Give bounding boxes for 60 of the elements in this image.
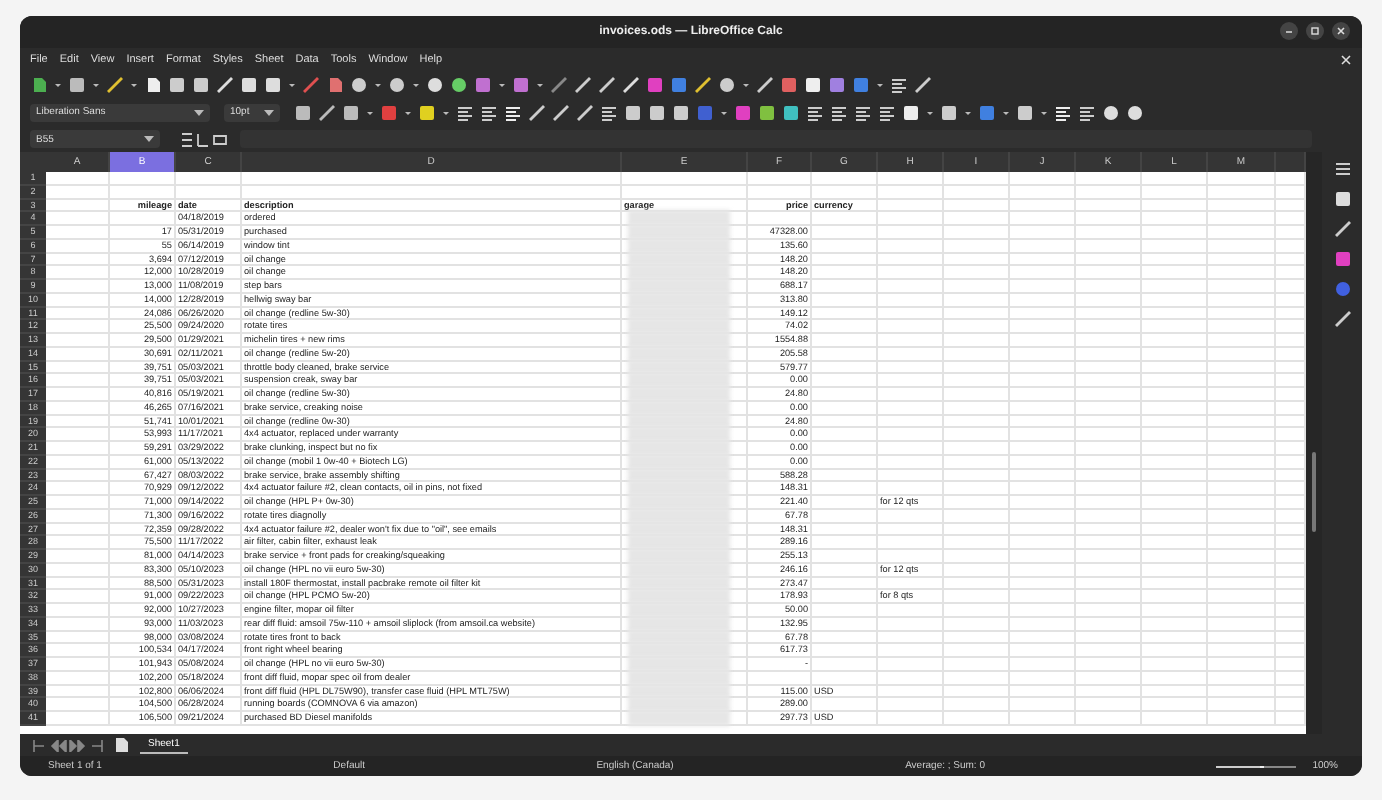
function-icons-drawing[interactable] bbox=[180, 131, 228, 147]
lines-icon[interactable] bbox=[830, 103, 848, 121]
lines-icon[interactable] bbox=[456, 103, 474, 121]
close-icon[interactable] bbox=[1332, 22, 1350, 40]
line-icon[interactable] bbox=[756, 75, 774, 93]
square-icon[interactable] bbox=[168, 75, 186, 93]
square-icon[interactable] bbox=[804, 75, 822, 93]
line-icon[interactable] bbox=[106, 75, 124, 93]
minimize-icon[interactable] bbox=[1280, 22, 1298, 40]
square-icon[interactable] bbox=[624, 103, 642, 121]
circle-icon[interactable] bbox=[718, 75, 736, 93]
document-icon[interactable] bbox=[116, 738, 128, 752]
sheet-navigation-drawing[interactable] bbox=[32, 739, 104, 751]
square-icon[interactable] bbox=[940, 103, 958, 121]
square-icon[interactable] bbox=[758, 103, 776, 121]
square-icon[interactable] bbox=[418, 103, 436, 121]
lines-icon[interactable] bbox=[854, 103, 872, 121]
lines-icon[interactable] bbox=[480, 103, 498, 121]
square-icon[interactable] bbox=[782, 103, 800, 121]
square-icon[interactable] bbox=[648, 103, 666, 121]
square-icon[interactable] bbox=[1333, 190, 1351, 208]
close-icon[interactable] bbox=[1340, 53, 1352, 65]
document-icon[interactable] bbox=[30, 75, 48, 93]
circle-icon[interactable] bbox=[1126, 103, 1144, 121]
lines-icon[interactable] bbox=[1333, 160, 1351, 178]
lines-icon[interactable] bbox=[890, 75, 908, 93]
square-icon[interactable] bbox=[240, 75, 258, 93]
line-icon[interactable] bbox=[552, 103, 570, 121]
line-icon[interactable] bbox=[1333, 220, 1351, 238]
caret-icon[interactable] bbox=[194, 109, 204, 115]
circle-icon[interactable] bbox=[1102, 103, 1120, 121]
square-icon[interactable] bbox=[264, 75, 282, 93]
square-icon[interactable] bbox=[68, 75, 86, 93]
line-icon[interactable] bbox=[1333, 310, 1351, 328]
maximize-icon[interactable] bbox=[1306, 22, 1324, 40]
square-icon[interactable] bbox=[342, 103, 360, 121]
square-icon[interactable] bbox=[294, 103, 312, 121]
lines-icon[interactable] bbox=[1078, 103, 1096, 121]
square-icon[interactable] bbox=[672, 103, 690, 121]
square-icon[interactable] bbox=[1016, 103, 1034, 121]
caret-icon[interactable] bbox=[264, 109, 274, 115]
scrollbar-thumb[interactable] bbox=[1312, 452, 1316, 532]
circle-icon[interactable] bbox=[350, 75, 368, 93]
circle-icon[interactable] bbox=[388, 75, 406, 93]
document-icon[interactable] bbox=[144, 75, 162, 93]
caret-icon[interactable] bbox=[144, 136, 154, 142]
lines-icon[interactable] bbox=[878, 103, 896, 121]
line-icon[interactable] bbox=[598, 75, 616, 93]
line-icon[interactable] bbox=[914, 75, 932, 93]
line-icon[interactable] bbox=[694, 75, 712, 93]
square-icon[interactable] bbox=[192, 75, 210, 93]
line-icon[interactable] bbox=[318, 103, 336, 121]
circle-icon[interactable] bbox=[426, 75, 444, 93]
lines-icon[interactable] bbox=[806, 103, 824, 121]
line-icon[interactable] bbox=[576, 103, 594, 121]
circle-icon[interactable] bbox=[450, 75, 468, 93]
line-icon[interactable] bbox=[574, 75, 592, 93]
lines-icon[interactable] bbox=[600, 103, 618, 121]
line-icon[interactable] bbox=[528, 103, 546, 121]
square-icon[interactable] bbox=[902, 103, 920, 121]
